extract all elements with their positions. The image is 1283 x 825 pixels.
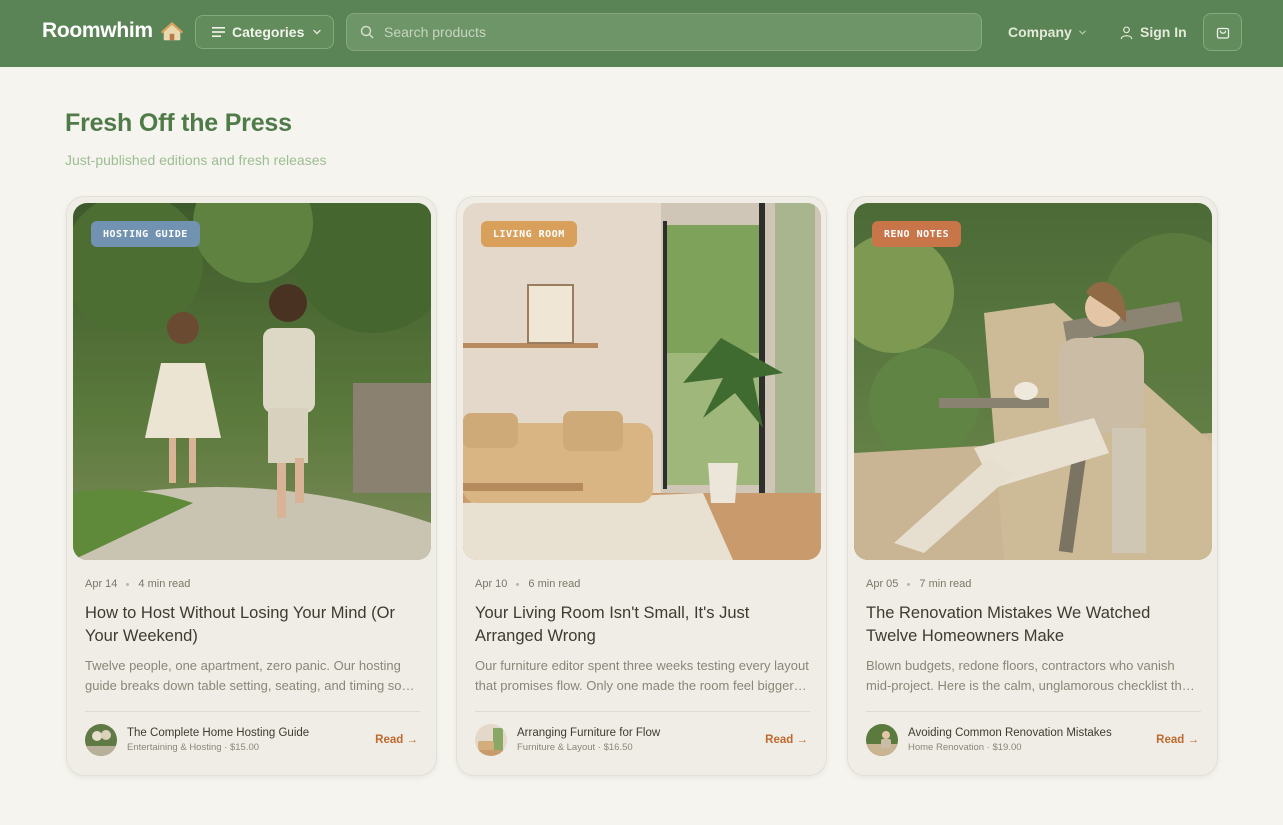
- section-title: Fresh Off the Press: [65, 109, 292, 137]
- house-icon: [161, 22, 183, 41]
- search-input[interactable]: [384, 24, 944, 40]
- product-thumbnail: [85, 724, 117, 756]
- product-name[interactable]: The Complete Home Hosting Guide: [127, 727, 309, 739]
- divider: [475, 711, 810, 712]
- category-badge: HOSTING GUIDE: [91, 221, 200, 247]
- article-meta: Apr 10 6 min read: [475, 578, 580, 590]
- section-subtitle: Just-published editions and fresh releas…: [65, 152, 327, 168]
- article-card[interactable]: LIVING ROOM Apr 10 6 min read Your Livin…: [456, 196, 827, 776]
- categories-label: Categories: [232, 24, 305, 40]
- category-badge: LIVING ROOM: [481, 221, 577, 247]
- article-meta: Apr 14 4 min read: [85, 578, 190, 590]
- read-time: 6 min read: [528, 578, 581, 590]
- read-link[interactable]: Read →: [375, 734, 418, 746]
- read-time: 4 min read: [138, 578, 191, 590]
- cart-button[interactable]: [1203, 13, 1242, 51]
- top-nav-bar: Roomwhim Categories Company: [0, 0, 1283, 67]
- chevron-down-icon: [1079, 30, 1086, 35]
- separator-dot: [907, 582, 911, 586]
- separator-dot: [126, 582, 130, 586]
- user-icon: [1120, 25, 1133, 39]
- company-menu[interactable]: Company: [1008, 24, 1087, 40]
- article-excerpt: Twelve people, one apartment, zero panic…: [85, 658, 402, 693]
- article-excerpt: Blown budgets, redone floors, contractor…: [866, 658, 1193, 693]
- sign-in-link[interactable]: Sign In: [1119, 24, 1187, 40]
- article-image-garden-chair: RENO NOTES: [854, 203, 1212, 560]
- divider: [85, 711, 420, 712]
- publish-date: Apr 14: [85, 578, 118, 590]
- article-image-garden-kids: HOSTING GUIDE: [73, 203, 431, 560]
- categories-button[interactable]: Categories: [195, 15, 334, 49]
- product-meta: Home Renovation · $19.00: [908, 742, 1022, 753]
- menu-icon: [212, 27, 225, 37]
- article-meta: Apr 05 7 min read: [866, 578, 971, 590]
- category-badge: RENO NOTES: [872, 221, 962, 247]
- article-card[interactable]: HOSTING GUIDE Apr 14 4 min read How to H…: [66, 196, 437, 776]
- shopping-bag-icon: [1216, 27, 1229, 39]
- product-meta: Furniture & Layout · $16.50: [517, 742, 633, 753]
- article-title[interactable]: Your Living Room Isn't Small, It's Just …: [475, 602, 810, 648]
- sign-in-label: Sign In: [1140, 24, 1187, 40]
- product-thumbnail: [475, 724, 507, 756]
- company-label: Company: [1008, 24, 1072, 40]
- product-thumbnail: [866, 724, 898, 756]
- search-icon: [360, 25, 374, 39]
- article-excerpt: Our furniture editor spent three weeks t…: [475, 658, 809, 693]
- read-link[interactable]: Read →: [765, 734, 808, 746]
- separator-dot: [516, 582, 520, 586]
- logo[interactable]: Roomwhim: [42, 19, 153, 43]
- read-link[interactable]: Read →: [1156, 734, 1199, 746]
- article-image-living-room: LIVING ROOM: [463, 203, 821, 560]
- product-name[interactable]: Avoiding Common Renovation Mistakes: [908, 727, 1112, 739]
- article-title[interactable]: How to Host Without Losing Your Mind (Or…: [85, 602, 420, 648]
- product-meta: Entertaining & Hosting · $15.00: [127, 742, 260, 753]
- publish-date: Apr 05: [866, 578, 899, 590]
- product-name[interactable]: Arranging Furniture for Flow: [517, 727, 660, 739]
- read-time: 7 min read: [919, 578, 972, 590]
- article-title[interactable]: The Renovation Mistakes We Watched Twelv…: [866, 602, 1201, 648]
- search-bar: [346, 13, 982, 51]
- chevron-down-icon: [313, 29, 322, 35]
- article-card[interactable]: RENO NOTES Apr 05 7 min read The Renovat…: [847, 196, 1218, 776]
- divider: [866, 711, 1201, 712]
- publish-date: Apr 10: [475, 578, 508, 590]
